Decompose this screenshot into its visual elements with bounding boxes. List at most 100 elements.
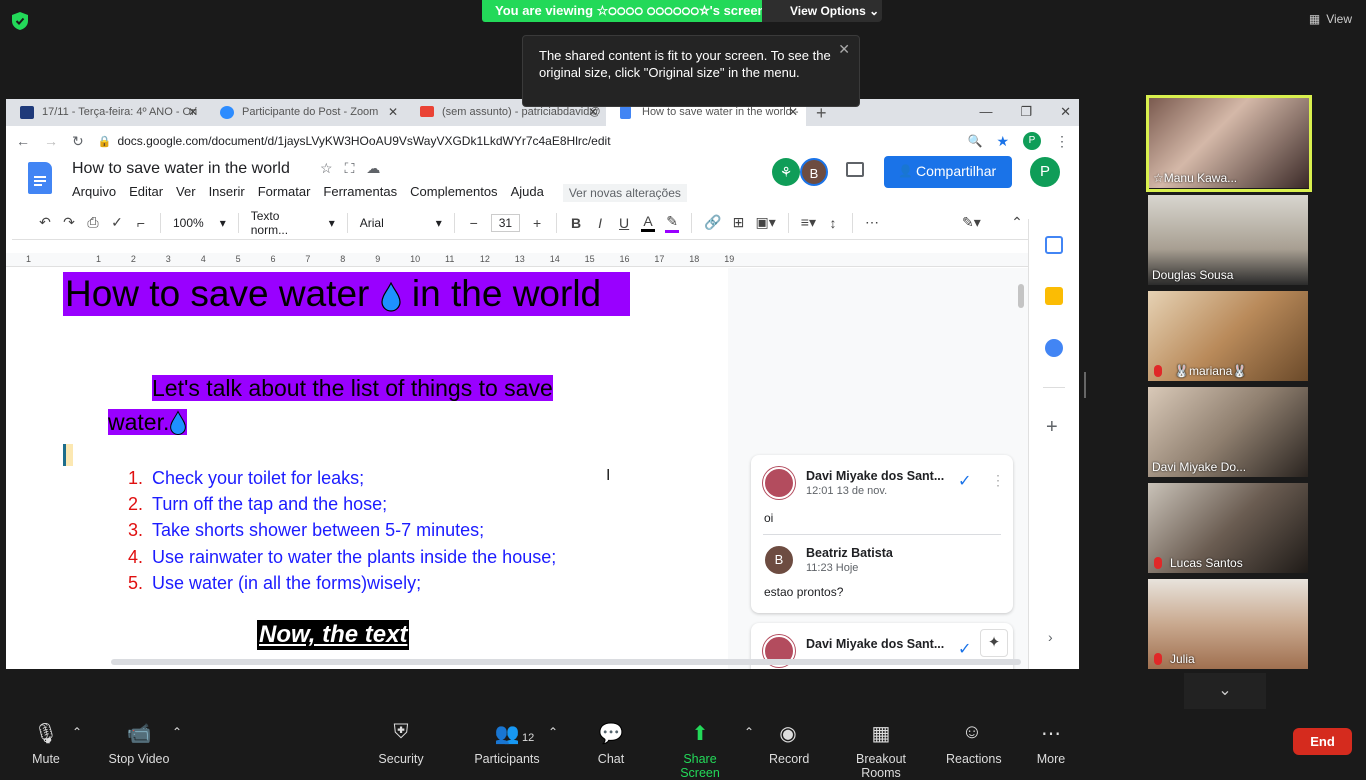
reload-icon[interactable]: ↻ [72, 133, 84, 150]
menu-arquivo[interactable]: Arquivo [72, 184, 116, 202]
new-changes-button[interactable]: Ver novas alterações [562, 184, 687, 202]
video-tile[interactable]: Lucas Santos [1148, 483, 1308, 573]
forward-icon[interactable]: → [44, 133, 58, 149]
move-folder-icon[interactable]: ⛶ [345, 160, 355, 177]
breakout-rooms-button[interactable]: ▦ Breakout Rooms [836, 721, 926, 780]
menu-dots-icon[interactable]: ⋮ [1055, 133, 1069, 150]
video-tile[interactable]: Douglas Sousa [1148, 195, 1308, 285]
underline-icon[interactable]: U [617, 215, 631, 231]
comment-thread[interactable]: Davi Miyake dos Sant... 12:01 13 de nov.… [751, 455, 1013, 613]
close-icon[interactable]: ✕ [588, 105, 598, 119]
highlight-color-icon[interactable]: ✎ [665, 213, 680, 233]
menu-formatar[interactable]: Formatar [258, 184, 311, 202]
comment-history-icon[interactable] [846, 162, 864, 177]
resolve-check-icon[interactable]: ✓ [958, 471, 971, 491]
splitter-handle[interactable] [1084, 372, 1086, 398]
insert-image-icon[interactable]: ▣▾ [756, 214, 776, 231]
text-color-icon[interactable]: A [641, 213, 656, 232]
spellcheck-icon[interactable]: ✓ [110, 214, 124, 231]
video-tile[interactable]: 🐰mariana🐰 [1148, 291, 1308, 381]
end-meeting-button[interactable]: End [1293, 728, 1352, 755]
increase-font-icon[interactable]: + [530, 215, 544, 231]
redo-icon[interactable]: ↷ [62, 214, 76, 231]
cloud-status-icon[interactable]: ☁ [366, 160, 380, 177]
shield-icon[interactable] [12, 12, 28, 30]
add-icon[interactable]: + [1046, 416, 1058, 439]
link-icon[interactable]: 🔗 [704, 214, 721, 231]
editing-mode-icon[interactable]: ✎▾ [962, 214, 981, 231]
document-page[interactable]: How to save water in the world Let's tal… [6, 268, 728, 669]
scrollbar[interactable] [1018, 284, 1024, 308]
close-icon[interactable]: ✕ [188, 105, 198, 119]
close-icon[interactable]: ✕ [788, 105, 798, 119]
add-comment-icon[interactable]: ⊞ [732, 214, 746, 231]
caret-up-icon[interactable]: ⌃ [72, 725, 82, 739]
close-window-icon[interactable]: ✕ [1060, 104, 1071, 120]
account-avatar[interactable]: P [1030, 157, 1060, 187]
mute-button[interactable]: 🎙 Mute ⌃ [28, 721, 82, 766]
video-tile[interactable]: ☆Manu Kawa... [1149, 98, 1309, 188]
close-icon[interactable]: ✕ [388, 105, 398, 119]
video-tile[interactable]: Julia [1148, 579, 1308, 669]
share-screen-button[interactable]: ⬆ Share Screen ⌃ [664, 721, 754, 780]
document-title[interactable]: How to save water in the world [72, 160, 290, 178]
view-button[interactable]: ▦ View [1309, 12, 1352, 26]
minimize-icon[interactable]: — [979, 104, 992, 120]
more-button[interactable]: ⋯ More [1036, 721, 1066, 766]
view-options-button[interactable]: View Options ⌄ [762, 0, 882, 22]
share-button[interactable]: 👤 Compartilhar [884, 156, 1012, 188]
undo-icon[interactable]: ↶ [38, 214, 52, 231]
style-select[interactable]: Texto norm... ▾ [251, 209, 335, 237]
ruler[interactable]: 1 1 2 3 4 5 6 7 8 9 10 11 12 13 14 15 16 17 18 19 [6, 253, 1028, 267]
font-size-field[interactable]: 31 [490, 213, 521, 232]
keep-icon[interactable] [1045, 287, 1063, 305]
star-icon[interactable]: ☆ [320, 160, 333, 177]
browser-tab-2[interactable]: Participante do Post - Zoom ✕ [206, 99, 406, 126]
caret-up-icon[interactable]: ⌃ [744, 725, 754, 739]
maximize-icon[interactable]: ❐ [1020, 104, 1032, 120]
gallery-scroll-down-button[interactable]: ⌄ [1184, 673, 1266, 709]
back-icon[interactable]: ← [16, 133, 30, 149]
font-select[interactable]: Arial ▾ [360, 216, 442, 230]
collaborator-avatar-2[interactable]: B [800, 158, 828, 186]
caret-up-icon[interactable]: ⌃ [548, 725, 558, 739]
align-icon[interactable]: ≡▾ [801, 214, 816, 231]
caret-up-icon[interactable]: ⌃ [172, 725, 182, 739]
bookmark-star-icon[interactable]: ★ [996, 133, 1009, 150]
security-button[interactable]: ⛨ Security [378, 721, 424, 766]
resolve-check-icon[interactable]: ✓ [958, 639, 971, 659]
close-icon[interactable]: ✕ [838, 41, 850, 58]
docs-logo-icon[interactable] [28, 162, 52, 194]
chevron-right-icon[interactable]: › [1048, 629, 1053, 645]
more-options-icon[interactable]: ⋯ [865, 214, 879, 231]
menu-complementos[interactable]: Complementos [410, 184, 497, 202]
menu-ajuda[interactable]: Ajuda [511, 184, 544, 202]
explore-icon[interactable]: ✦ [980, 629, 1008, 657]
italic-icon[interactable]: I [593, 215, 607, 231]
collaborator-avatar-1[interactable]: ⚘ [772, 158, 800, 186]
stop-video-button[interactable]: 📹 Stop Video ⌃ [108, 721, 182, 766]
menu-ver[interactable]: Ver [176, 184, 196, 202]
reactions-button[interactable]: ☺ Reactions [946, 721, 1002, 766]
calendar-icon[interactable] [1045, 236, 1063, 254]
bold-icon[interactable]: B [569, 215, 583, 231]
tasks-icon[interactable] [1045, 339, 1063, 357]
horizontal-scrollbar[interactable] [111, 659, 1021, 665]
video-tile[interactable]: Davi Miyake Do... [1148, 387, 1308, 477]
zoom-magnifier-icon[interactable]: 🔍 [967, 134, 982, 148]
print-icon[interactable]: ⎙ [86, 214, 100, 231]
collapse-menus-icon[interactable]: ⌃ [1010, 214, 1024, 231]
menu-ferramentas[interactable]: Ferramentas [323, 184, 397, 202]
chat-button[interactable]: 💬 Chat [597, 721, 625, 766]
zoom-select[interactable]: 100% ▾ [173, 216, 226, 230]
line-spacing-icon[interactable]: ↕ [826, 215, 840, 231]
address-bar[interactable]: 🔒 docs.google.com/document/d/1jaysLVyKW3… [97, 128, 954, 154]
profile-avatar[interactable]: P [1023, 132, 1041, 150]
menu-editar[interactable]: Editar [129, 184, 163, 202]
comment-menu-icon[interactable]: ⋮ [991, 472, 1005, 489]
decrease-font-icon[interactable]: − [467, 215, 481, 231]
browser-tab-1[interactable]: 17/11 - Terça-feira: 4º ANO - Ori ✕ [6, 99, 206, 126]
record-button[interactable]: ◉ Record [769, 721, 809, 766]
menu-inserir[interactable]: Inserir [209, 184, 245, 202]
paint-format-icon[interactable]: ⌐ [134, 215, 148, 231]
